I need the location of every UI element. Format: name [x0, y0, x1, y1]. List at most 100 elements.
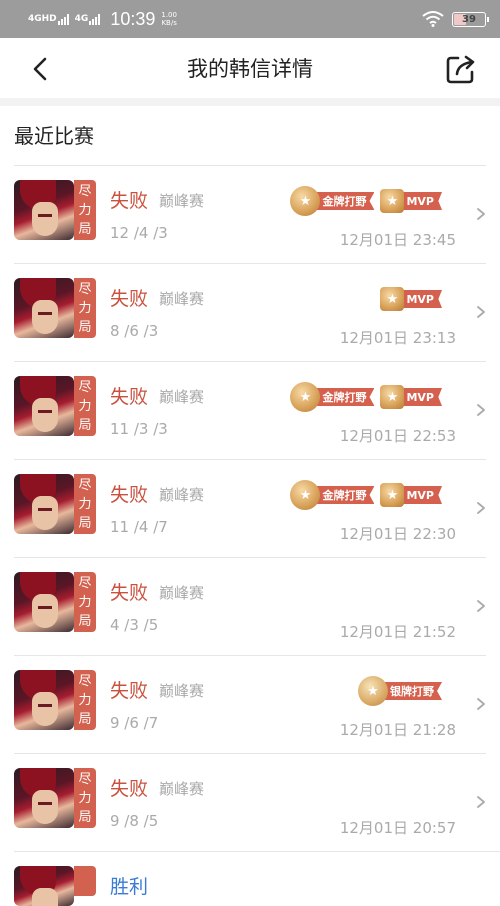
- match-row[interactable]: 尽 力 局 失败 巅峰赛 4 /3 /5 12月01日 21:52: [14, 557, 486, 655]
- match-time: 12月01日 23:45: [339, 231, 456, 249]
- chevron-right-icon[interactable]: [476, 304, 486, 318]
- match-row-partial[interactable]: 胜利: [14, 851, 500, 906]
- effort-tag-char: 尽: [78, 674, 92, 689]
- match-kda: 9 /8 /5: [110, 812, 159, 830]
- effort-tag-char: 力: [78, 203, 92, 218]
- effort-tag-char: 尽: [78, 282, 92, 297]
- match-kda: 4 /3 /5: [110, 616, 159, 634]
- match-time: 12月01日 22:30: [339, 525, 456, 543]
- share-icon[interactable]: [444, 52, 478, 86]
- effort-tag-char: 尽: [78, 478, 92, 493]
- effort-tag: 尽 力 局: [74, 180, 96, 240]
- effort-tag-char: 尽: [78, 380, 92, 395]
- match-time: 12月01日 20:57: [339, 819, 456, 837]
- badge-label: 金牌打野: [312, 486, 375, 504]
- effort-tag-char: 局: [78, 418, 92, 433]
- badge-group: ★ 金牌打野 ★ MVP: [290, 480, 442, 510]
- chevron-right-icon[interactable]: [476, 696, 486, 710]
- wifi-icon: [422, 11, 444, 27]
- page-title: 我的韩信详情: [187, 57, 313, 81]
- effort-tag: 尽 力 局: [74, 670, 96, 730]
- match-mode: 巅峰赛: [159, 192, 205, 210]
- match-mode: 巅峰赛: [159, 682, 205, 700]
- medal-icon: ★: [290, 382, 321, 412]
- match-mode: 巅峰赛: [159, 780, 205, 798]
- match-kda: 8 /6 /3: [110, 322, 159, 340]
- effort-tag-char: 局: [78, 222, 92, 237]
- match-row[interactable]: 尽 力 局 失败 巅峰赛 9 /8 /5 12月01日 20:57: [14, 753, 486, 851]
- effort-tag-char: 力: [78, 497, 92, 512]
- badge-group: ★ MVP: [380, 286, 442, 312]
- badge-group: ★ 银牌打野: [358, 676, 442, 706]
- medal-icon: ★: [358, 676, 388, 706]
- match-result: 失败: [110, 680, 149, 702]
- hero-avatar: [14, 768, 74, 828]
- match-result: 失败: [110, 190, 149, 212]
- effort-tag: 尽 力 局: [74, 572, 96, 632]
- signal-indicator-2: 4G: [75, 13, 101, 25]
- nav-bar: 我的韩信详情: [0, 38, 500, 98]
- chevron-right-icon[interactable]: [476, 794, 486, 808]
- match-kda: 9 /6 /7: [110, 714, 159, 732]
- trophy-icon: ★: [380, 287, 405, 311]
- match-row[interactable]: 尽 力 局 失败 巅峰赛 12 /4 /3 ★ 金牌打野 ★ MVP 12月01…: [14, 165, 486, 263]
- match-row[interactable]: 尽 力 局 失败 巅峰赛 8 /6 /3 ★ MVP 12月01日 23:13: [14, 263, 486, 361]
- signal-bars-icon: [57, 13, 69, 25]
- match-result: 失败: [110, 386, 149, 408]
- match-row[interactable]: 尽 力 局 失败 巅峰赛 11 /3 /3 ★ 金牌打野 ★ MVP 12月01…: [14, 361, 486, 459]
- effort-tag-char: 尽: [78, 184, 92, 199]
- match-time: 12月01日 21:28: [339, 721, 456, 739]
- effort-tag-char: 力: [78, 399, 92, 414]
- signal-indicator-1: 4GHD: [28, 13, 69, 25]
- trophy-icon: ★: [380, 483, 405, 507]
- match-time: 12月01日 22:53: [339, 427, 456, 445]
- badge-group: ★ 金牌打野 ★ MVP: [290, 382, 442, 412]
- match-list: 尽 力 局 失败 巅峰赛 12 /4 /3 ★ 金牌打野 ★ MVP 12月01…: [0, 165, 500, 906]
- effort-tag-char: 力: [78, 791, 92, 806]
- section-title: 最近比赛: [14, 124, 94, 148]
- mvp-badge: ★ MVP: [380, 482, 442, 508]
- effort-tag: 尽 力 局: [74, 278, 96, 338]
- badge-group: ★ 金牌打野 ★ MVP: [290, 186, 442, 216]
- effort-tag-char: 局: [78, 516, 92, 531]
- back-arrow-icon[interactable]: [30, 57, 50, 81]
- effort-tag: 尽 力 局: [74, 474, 96, 534]
- hero-avatar: [14, 180, 74, 240]
- chevron-right-icon[interactable]: [476, 402, 486, 416]
- hero-avatar: [14, 474, 74, 534]
- effort-tag-char: 局: [78, 320, 92, 335]
- medal-icon: ★: [290, 186, 321, 216]
- match-mode: 巅峰赛: [159, 486, 205, 504]
- match-time: 12月01日 23:13: [339, 329, 456, 347]
- match-mode: 巅峰赛: [159, 290, 205, 308]
- chevron-right-icon[interactable]: [476, 206, 486, 220]
- effort-tag-char: 尽: [78, 576, 92, 591]
- clock: 10:39: [110, 8, 156, 29]
- badge-label: 金牌打野: [312, 192, 375, 210]
- status-bar: 4GHD 4G 10:39 1.00 KB/s 39: [0, 0, 500, 38]
- effort-tag-char: 尽: [78, 772, 92, 787]
- effort-tag-char: 力: [78, 595, 92, 610]
- match-result: 胜利: [110, 876, 149, 898]
- hero-avatar: [14, 278, 74, 338]
- chevron-right-icon[interactable]: [476, 598, 486, 612]
- jungle-medal-badge: ★ 金牌打野: [290, 480, 375, 510]
- effort-tag: 尽 力 局: [74, 376, 96, 436]
- effort-tag: [74, 866, 96, 896]
- speed-value: 1.00: [161, 11, 177, 19]
- match-result: 失败: [110, 484, 149, 506]
- effort-tag-char: 局: [78, 614, 92, 629]
- match-row[interactable]: 尽 力 局 失败 巅峰赛 9 /6 /7 ★ 银牌打野 12月01日 21:28: [14, 655, 486, 753]
- match-kda: 11 /3 /3: [110, 420, 168, 438]
- effort-tag: 尽 力 局: [74, 768, 96, 828]
- network-speed: 1.00 KB/s: [161, 11, 177, 27]
- chevron-right-icon[interactable]: [476, 500, 486, 514]
- match-mode: 巅峰赛: [159, 388, 205, 406]
- jungle-medal-badge: ★ 银牌打野: [358, 676, 442, 706]
- match-result: 失败: [110, 778, 149, 800]
- badge-label: 银牌打野: [380, 682, 442, 700]
- battery-icon: 39: [452, 11, 489, 27]
- match-time: 12月01日 21:52: [339, 623, 456, 641]
- match-row[interactable]: 尽 力 局 失败 巅峰赛 11 /4 /7 ★ 金牌打野 ★ MVP 12月01…: [14, 459, 486, 557]
- speed-unit: KB/s: [161, 19, 177, 27]
